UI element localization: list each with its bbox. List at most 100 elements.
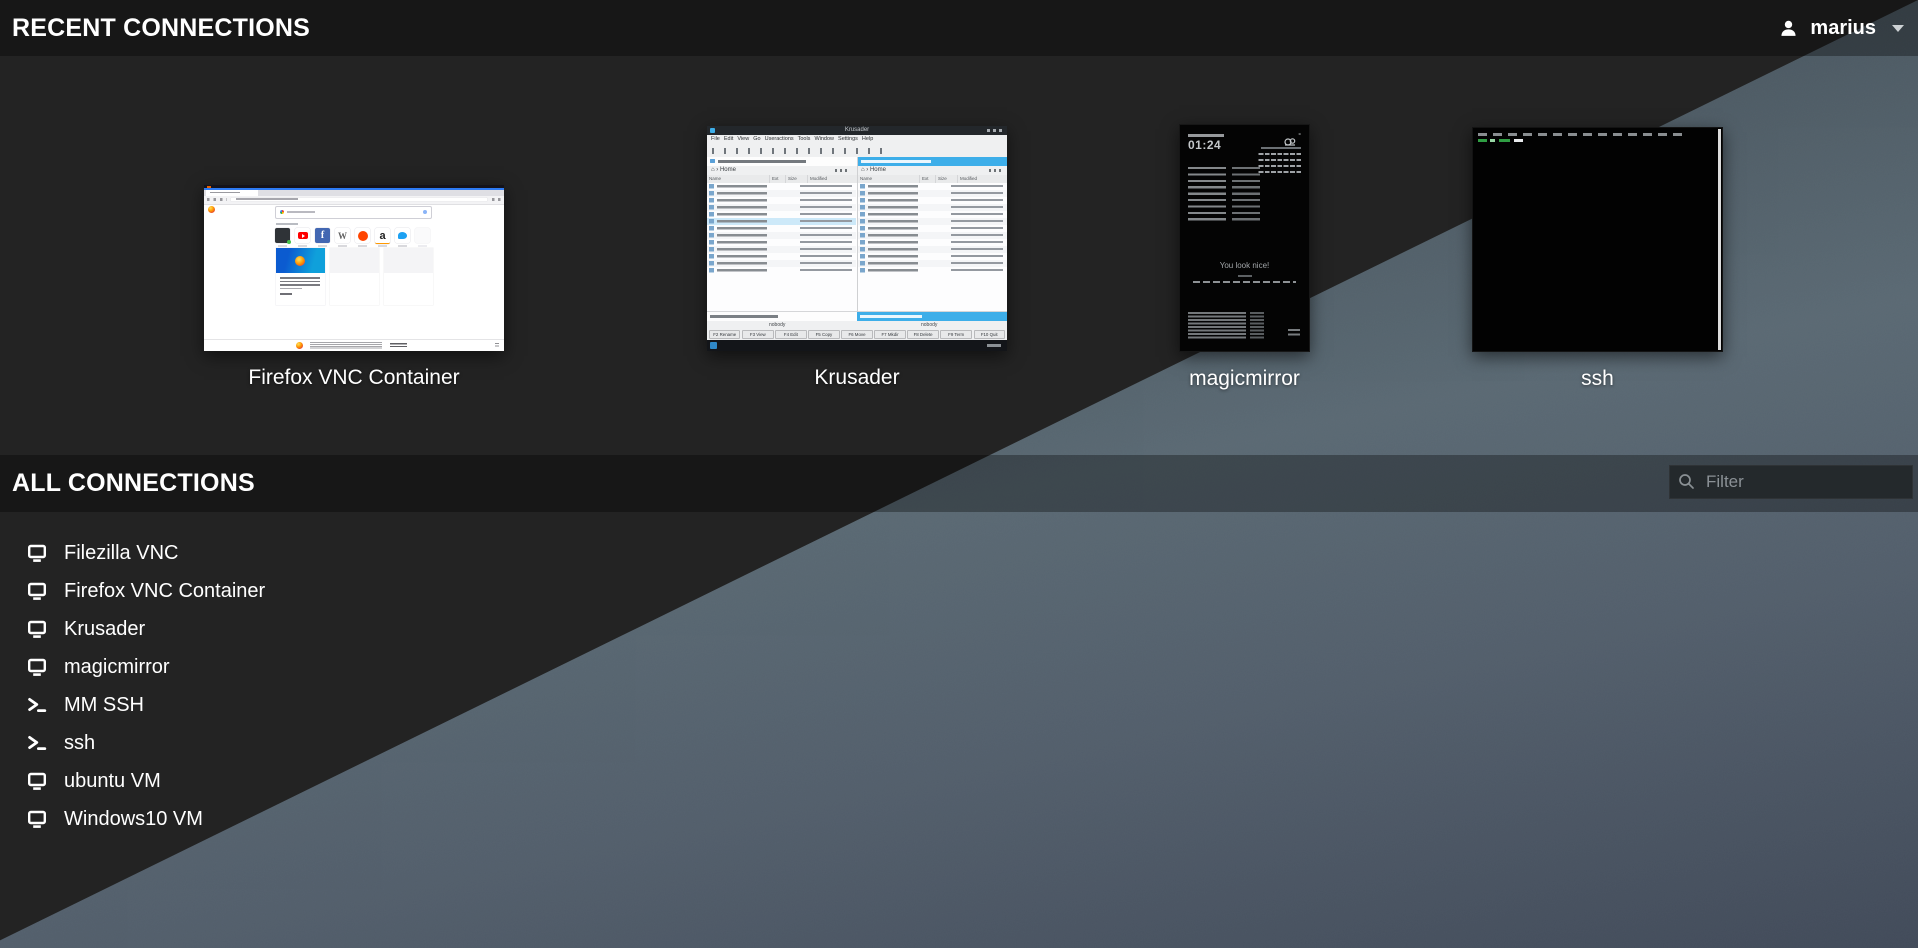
firefox-thumbnail-mock [204,185,504,351]
connection-row[interactable]: MM SSH [0,686,600,724]
command-line-row [707,311,1007,321]
cookie-notice-bar [204,339,504,351]
connection-type-icon [27,619,47,639]
connection-row[interactable]: Firefox VNC Container [0,572,600,610]
recent-connection-ssh[interactable]: ssh [1472,127,1723,352]
header-bar: RECENT CONNECTIONS marius [0,0,1918,56]
breadcrumb: ⌂ › Home [711,166,736,175]
function-key-button: F6 Move [841,330,872,339]
terminal-icon [27,695,47,715]
right-file-list [858,183,1007,274]
krusader-thumbnail-mock: Krusader File Edit View Go Useractions T… [707,126,1007,351]
temperature-degree: ° [1298,133,1301,140]
column-header: Name [707,175,769,183]
function-key-button: F9 Term [940,330,971,339]
connection-type-icon [27,695,47,715]
connection-label: Firefox VNC Container [64,580,265,603]
folder-icon [710,159,715,163]
monitor-icon [27,619,47,639]
function-key-button: F2 Rename [709,330,740,339]
monitor-icon [27,657,47,677]
decor [492,198,501,201]
decor [710,315,778,318]
column-header: Size [935,175,957,183]
panel-divider [857,157,858,312]
decor [835,169,849,172]
filter-input[interactable] [1669,465,1913,499]
connection-label: ssh [64,732,95,755]
connection-label: magicmirror [64,656,170,679]
all-connections-title: ALL CONNECTIONS [12,469,255,498]
connection-label: Filezilla VNC [64,542,178,565]
recent-connection-label: Krusader [814,366,899,390]
decor [1232,167,1260,223]
top-sites-row [275,228,430,244]
connection-row[interactable]: Krusader [0,610,600,648]
search-engine-icon [280,210,284,214]
function-key-button: F3 View [742,330,773,339]
recent-connection-magicmirror[interactable]: 01:24 ° You look nice! magicmirror [1179,124,1310,352]
search-icon [1678,473,1695,490]
decor [868,185,918,274]
magicmirror-thumbnail-mock: 01:24 ° You look nice! [1179,124,1310,352]
decor [989,169,1003,172]
recent-connections-title: RECENT CONNECTIONS [12,14,310,43]
site-tile-icon [415,228,430,243]
terminal-icon [27,733,47,753]
connection-type-icon [27,581,47,601]
decor [310,342,382,349]
decor [495,343,499,347]
scrollbar [1718,129,1721,350]
connection-row[interactable]: magicmirror [0,648,600,686]
promo-card [276,248,325,305]
decor [1193,281,1296,283]
connection-type-icon [27,657,47,677]
decor [1288,329,1300,337]
function-key-button: F7 Mkdir [874,330,905,339]
status-row: nobody nobody [707,321,1007,329]
active-command-highlight [857,312,1007,321]
user-menu-button[interactable]: marius [1779,0,1904,56]
decor [1499,139,1510,142]
column-header: Ext [769,175,785,183]
connection-row[interactable]: Filezilla VNC [0,534,600,572]
monitor-icon [27,543,47,563]
app-icon [710,128,715,133]
site-tile-icon [355,228,370,243]
decor [717,185,767,274]
column-header: Size [785,175,807,183]
decor [712,148,892,154]
decor [1188,134,1224,137]
decor [287,211,315,213]
decor [236,198,298,200]
window-titlebar: Krusader [707,126,1007,135]
function-key-button: F5 Copy [808,330,839,339]
decor [1261,147,1301,149]
recent-connection-firefox-vnc-container[interactable]: Firefox VNC Container [204,185,504,351]
decor [800,185,852,274]
all-connections-bar: ALL CONNECTIONS [0,455,1918,512]
decor [280,284,320,286]
connection-label: Krusader [64,618,145,641]
decor [280,288,302,290]
decor [709,184,714,273]
compliment-text: You look nice! [1180,261,1309,270]
chevron-down-icon [1892,25,1904,32]
recent-connection-krusader[interactable]: Krusader File Edit View Go Useractions T… [707,126,1007,351]
connection-label: ubuntu VM [64,770,161,793]
firefox-logo [296,342,303,349]
site-tile-icon [395,228,410,243]
column-header: Modified [957,175,1005,183]
url-bar [230,197,488,203]
connection-row[interactable]: ssh [0,724,600,762]
decor [1238,275,1252,277]
decor [860,315,922,318]
guacamole-home: RECENT CONNECTIONS marius [0,0,1918,948]
desktop-taskbar [707,340,1007,351]
connection-row[interactable]: ubuntu VM [0,762,600,800]
recent-connection-label: Firefox VNC Container [248,366,459,390]
site-tile-icon [375,228,390,244]
connection-row[interactable]: Windows10 VM [0,800,600,838]
toolbar [707,144,1007,158]
connection-type-icon [27,733,47,753]
